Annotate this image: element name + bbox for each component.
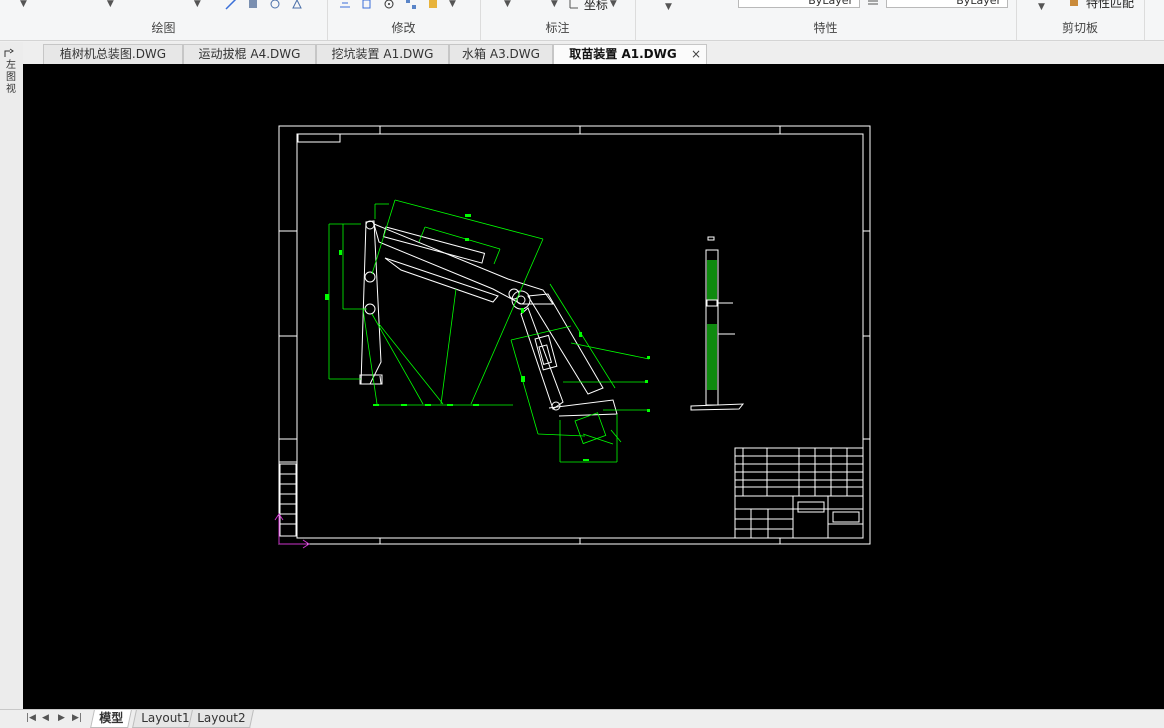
next-layout-icon[interactable]: ▶	[58, 713, 65, 723]
tab-label: 取苗装置 A1.DWG	[569, 47, 677, 61]
binding-margin-table	[279, 461, 297, 537]
ribbon-group-clipboard: ▼ 特性匹配 剪切板	[1016, 0, 1145, 40]
drawing-number-box	[297, 133, 341, 143]
left-strip-item[interactable]: 视	[3, 80, 19, 95]
tab-file-active[interactable]: 取苗装置 A1.DWG ×	[553, 44, 707, 64]
tab-label: 模型	[99, 711, 124, 725]
ribbon-group-properties: ▼ ByLayer ByLayer 特性	[635, 0, 1017, 40]
chevron-down-icon[interactable]: ▼	[610, 0, 617, 9]
ribbon-group-modify: ▼ 修改	[327, 0, 481, 40]
layer-color-field[interactable]: ByLayer	[738, 0, 860, 8]
tab-label: 运动拔棍 A4.DWG	[198, 47, 301, 61]
array-icon[interactable]	[405, 0, 417, 10]
ribbon: ▼ ▼ ▼ 绘图 ▼ 修改 ▼ ▼ 坐标 ▼ 标注 ▼ ByLayer ByLa…	[0, 0, 1164, 41]
shape-icon[interactable]	[269, 0, 281, 10]
tab-model[interactable]: 模型	[90, 710, 132, 728]
tab-layout2[interactable]: Layout2	[188, 710, 255, 728]
dimension-lines	[328, 199, 650, 463]
drawing-outer-frame	[278, 125, 871, 545]
ribbon-group-label: 特性	[813, 21, 838, 35]
file-tab-bar: 植树机总装图.DWG 运动拔棍 A4.DWG 挖坑装置 A1.DWG 水箱 A3…	[23, 42, 1164, 65]
coordinate-icon[interactable]	[568, 0, 580, 10]
tab-file[interactable]: 植树机总装图.DWG	[43, 44, 183, 64]
tab-label: Layout2	[197, 711, 246, 725]
ribbon-group-draw: ▼ ▼ ▼ 绘图	[0, 0, 328, 40]
tab-label: 挖坑装置 A1.DWG	[331, 47, 434, 61]
match-properties-icon[interactable]	[1068, 0, 1080, 8]
prev-layout-icon[interactable]: ◀	[42, 713, 49, 723]
move-icon[interactable]	[339, 0, 351, 10]
chevron-down-icon[interactable]: ▼	[107, 0, 114, 9]
match-properties-button[interactable]: 特性匹配	[1086, 0, 1134, 11]
title-block	[734, 447, 864, 539]
ribbon-group-label: 标注	[545, 21, 570, 35]
chevron-down-icon[interactable]: ▼	[449, 0, 456, 9]
tab-file[interactable]: 挖坑装置 A1.DWG	[316, 44, 449, 64]
tab-file[interactable]: 水箱 A3.DWG	[449, 44, 553, 64]
ribbon-group-label: 剪切板	[1061, 21, 1098, 35]
tab-label: 水箱 A3.DWG	[462, 47, 540, 61]
ribbon-group-label: 修改	[391, 21, 416, 35]
circle-target-icon[interactable]	[383, 0, 395, 10]
tab-label: 植树机总装图.DWG	[59, 47, 167, 61]
coordinate-tool-label[interactable]: 坐标	[584, 0, 608, 13]
chevron-down-icon[interactable]: ▼	[194, 0, 201, 9]
left-tool-strip: 左 图 视	[0, 42, 24, 709]
layer-linetype-field[interactable]: ByLayer	[886, 0, 1008, 8]
ribbon-group-annotate: ▼ ▼ 坐标 ▼ 标注	[480, 0, 636, 40]
region-icon[interactable]	[291, 0, 303, 10]
chevron-down-icon[interactable]: ▼	[1038, 2, 1045, 12]
drawing-svg	[274, 125, 871, 549]
close-icon[interactable]: ×	[691, 45, 701, 64]
edit-icon[interactable]	[427, 0, 439, 10]
side-view-component	[690, 236, 745, 411]
drawing-canvas[interactable]	[23, 64, 1164, 709]
linetype-icon	[868, 0, 878, 5]
tab-file[interactable]: 运动拔棍 A4.DWG	[183, 44, 316, 64]
chevron-down-icon[interactable]: ▼	[665, 2, 672, 12]
first-layout-icon[interactable]: |◀	[26, 713, 36, 723]
ribbon-group-label: 绘图	[151, 21, 176, 35]
chevron-down-icon[interactable]: ▼	[504, 0, 511, 9]
arm-assembly	[359, 220, 618, 417]
copy-icon[interactable]	[361, 0, 373, 10]
layout-tab-bar: |◀ ◀ ▶ ▶| 模型 Layout1 Layout2	[0, 709, 1164, 728]
chevron-down-icon[interactable]: ▼	[20, 0, 27, 9]
last-layout-icon[interactable]: ▶|	[72, 713, 82, 723]
chevron-down-icon[interactable]: ▼	[551, 0, 558, 9]
line-icon[interactable]	[225, 0, 237, 10]
zone-ticks	[279, 126, 870, 544]
cube-icon[interactable]	[247, 0, 259, 10]
tab-label: Layout1	[141, 711, 190, 725]
